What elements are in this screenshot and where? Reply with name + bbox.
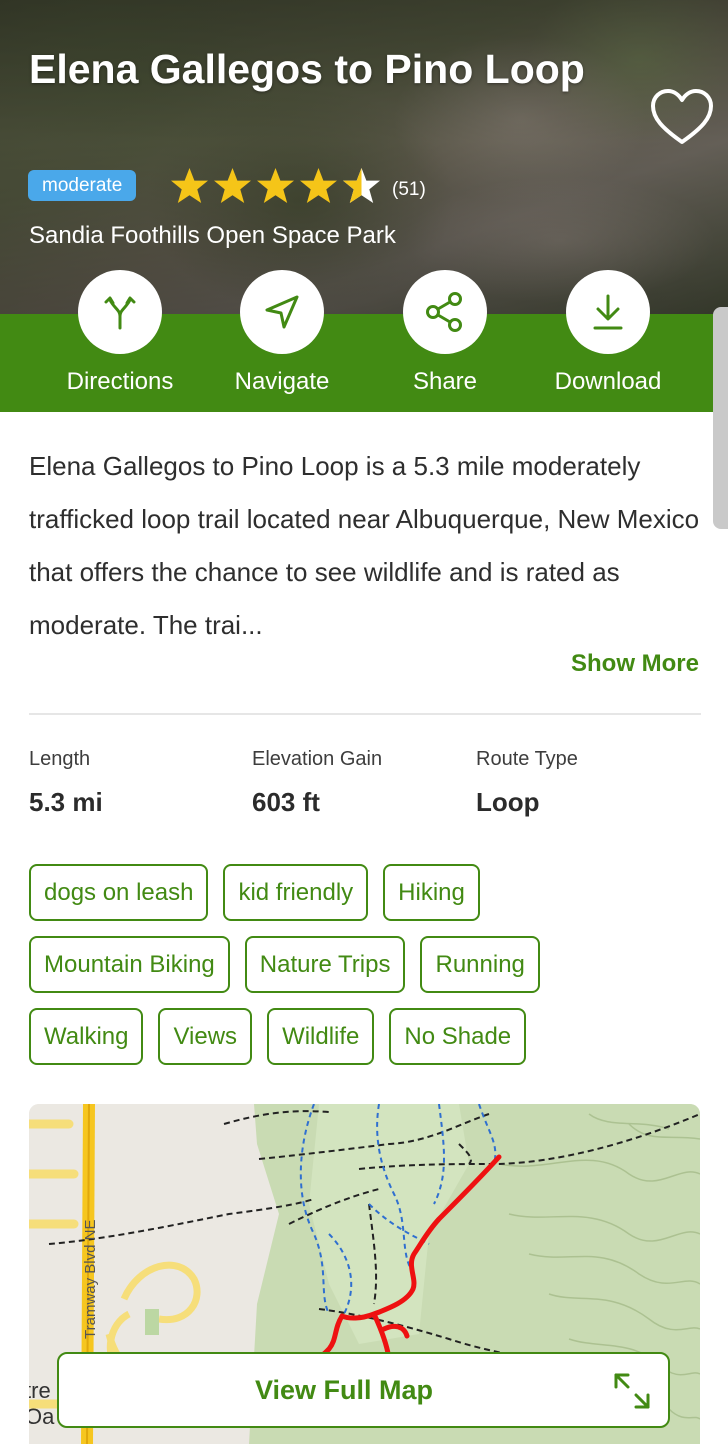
- stat-label: Route Type: [476, 748, 578, 770]
- star-full-icon: [257, 167, 294, 204]
- tag-chip[interactable]: Nature Trips: [244, 936, 406, 993]
- tag-chip[interactable]: kid friendly: [223, 864, 369, 921]
- trail-title: Elena Gallegos to Pino Loop: [29, 46, 585, 92]
- trail-description: Elena Gallegos to Pino Loop is a 5.3 mil…: [29, 451, 700, 640]
- trail-tags: dogs on leash kid friendly Hiking Mounta…: [29, 864, 709, 1080]
- star-full-icon: [300, 167, 337, 204]
- tag-chip[interactable]: Hiking: [383, 864, 480, 921]
- star-half-icon: [343, 167, 380, 204]
- tag-chip[interactable]: Wildlife: [267, 1008, 375, 1065]
- divider: [29, 713, 701, 715]
- stat-elevation-gain: Elevation Gain 603 ft: [252, 748, 382, 818]
- download-label: Download: [554, 368, 662, 395]
- rating-stars: [170, 167, 381, 204]
- stat-length: Length 5.3 mi: [29, 748, 103, 818]
- map-edge-label: Oa: [29, 1404, 55, 1429]
- star-full-icon: [171, 167, 208, 204]
- stat-label: Elevation Gain: [252, 748, 383, 770]
- view-full-map-label: View Full Map: [254, 1375, 434, 1405]
- tag-chip[interactable]: Mountain Biking: [29, 936, 230, 993]
- navigate-label: Navigate: [234, 368, 330, 395]
- stat-label: Length: [29, 748, 91, 770]
- tag-chip[interactable]: Walking: [29, 1008, 144, 1065]
- review-count[interactable]: (51): [392, 179, 426, 201]
- heart-icon[interactable]: [650, 88, 714, 146]
- stat-value: 5.3 mi: [29, 787, 103, 817]
- park-name[interactable]: Sandia Foothills Open Space Park: [29, 222, 396, 250]
- tag-chip[interactable]: No Shade: [389, 1008, 527, 1065]
- trail-hero-photo: Elena Gallegos to Pino Loop moderate (51…: [0, 0, 728, 314]
- show-more-link[interactable]: Show More: [571, 650, 699, 678]
- star-full-icon: [214, 167, 251, 204]
- map-edge-label: tre: [29, 1378, 51, 1403]
- stat-value: Loop: [476, 787, 540, 817]
- stat-value: 603 ft: [252, 787, 320, 817]
- difficulty-badge: moderate: [28, 170, 137, 201]
- share-label: Share: [412, 368, 478, 395]
- map-street-label: Tramway Blvd NE: [82, 1220, 99, 1339]
- tag-chip[interactable]: Views: [158, 1008, 253, 1065]
- expand-icon: [614, 1373, 650, 1409]
- view-full-map-button[interactable]: View Full Map: [57, 1352, 670, 1428]
- stat-route-type: Route Type Loop: [476, 748, 578, 818]
- tag-chip[interactable]: Running: [420, 936, 540, 993]
- directions-label: Directions: [66, 368, 174, 395]
- scrollbar[interactable]: [713, 307, 728, 529]
- tag-chip[interactable]: dogs on leash: [29, 864, 209, 921]
